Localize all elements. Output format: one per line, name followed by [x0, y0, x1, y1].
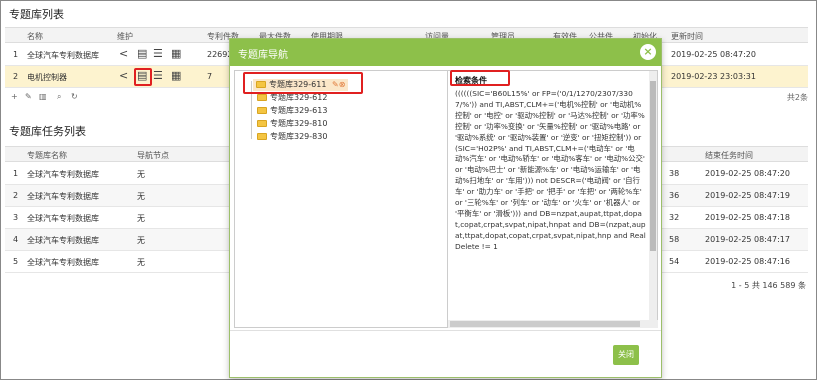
row-patents: 7	[207, 72, 213, 81]
row-nav: 无	[137, 170, 145, 179]
row-updated: 2019-02-23 23:03:31	[671, 72, 756, 81]
row-end: 2019-02-25 08:47:19	[705, 191, 790, 200]
close-button[interactable]: 关闭	[613, 345, 639, 365]
app-window: 专题库列表 名称 维护 专利件数 最大件数 使用期限 访问量 管理员 有效件 公…	[0, 0, 817, 380]
row-name: 全球汽车专利数据库	[27, 236, 99, 245]
tree-node[interactable]: 专题库329-613	[257, 105, 327, 117]
tree-node[interactable]: 专题库329-830	[257, 131, 327, 143]
row-name: 全球汽车专利数据库	[27, 170, 99, 179]
row-index: 2	[13, 191, 19, 200]
folder-icon	[257, 107, 267, 114]
topic-library-list-title: 专题库列表	[9, 8, 64, 21]
row-end: 2019-02-25 08:47:20	[705, 169, 790, 178]
row-partial: 36	[669, 191, 680, 200]
scroll-thumb[interactable]	[450, 321, 640, 327]
nav-modal: 专题库导航 × 专题库329-611 ✎⊗ 专题库329-612 专题库329-…	[229, 38, 662, 378]
row-name: 全球汽车专利数据库	[27, 214, 99, 223]
highlight-tree-node-box	[243, 72, 363, 94]
tree-node-label: 专题库329-613	[270, 106, 328, 115]
search-condition-text: ((((((SIC='B60L15%' or FP=('0/1/1270/230…	[455, 89, 646, 251]
row-name[interactable]: 全球汽车专利数据库	[27, 50, 99, 61]
row-end: 2019-02-25 08:47:16	[705, 257, 790, 266]
row-nav: 无	[137, 258, 145, 267]
tree-node[interactable]: 专题库329-810	[257, 118, 327, 130]
tree-node-label: 专题库329-810	[270, 119, 328, 128]
folder-icon	[257, 94, 267, 101]
col-end-time: 结束任务时间	[705, 151, 753, 160]
modal-title: 专题库导航	[238, 50, 288, 61]
col-name: 名称	[27, 32, 43, 41]
share-icon[interactable]: <	[119, 47, 128, 60]
row-nav: 无	[137, 236, 145, 245]
row-nav: 无	[137, 192, 145, 201]
row-name: 全球汽车专利数据库	[27, 192, 99, 201]
row-end: 2019-02-25 08:47:17	[705, 235, 790, 244]
tree-node-label: 专题库329-612	[270, 93, 328, 102]
pagination-info: 1 - 5 共 146 589 条	[731, 281, 806, 290]
col-maintain: 维护	[117, 32, 133, 41]
row-index: 2	[13, 72, 19, 81]
tree-node-label: 专题库329-830	[270, 132, 328, 141]
row-index: 1	[13, 169, 19, 178]
row-end: 2019-02-25 08:47:18	[705, 213, 790, 222]
row-index: 5	[13, 257, 19, 266]
search-condition-panel: 检索条件 ((((((SIC='B60L15%' or FP=('0/1/127…	[448, 70, 658, 328]
row-partial: 54	[669, 257, 680, 266]
list-icon[interactable]: ☰	[153, 69, 163, 82]
grid-icon[interactable]: ▦	[171, 47, 181, 60]
delete-icon[interactable]: ▥	[39, 92, 47, 101]
grid-icon[interactable]: ▦	[171, 69, 181, 82]
vertical-scrollbar[interactable]	[649, 71, 657, 327]
col-nav-node: 导航节点	[137, 151, 169, 160]
modal-header: 专题库导航 ×	[230, 39, 661, 66]
row-name: 全球汽车专利数据库	[27, 258, 99, 267]
share-icon[interactable]: <	[119, 69, 128, 82]
highlight-detail-title-box	[450, 70, 510, 86]
edit-doc-icon[interactable]: ▤	[137, 47, 147, 60]
highlight-edit-icon-box	[134, 68, 152, 86]
total-count: 共2条	[786, 93, 808, 102]
horizontal-scrollbar[interactable]	[448, 320, 658, 328]
row-partial: 38	[669, 169, 680, 178]
row-name[interactable]: 电机控制器	[27, 72, 67, 83]
col-updated: 更新时间	[671, 32, 703, 41]
row-partial: 58	[669, 235, 680, 244]
modal-footer: 关闭	[230, 330, 661, 378]
refresh-icon[interactable]: ↻	[71, 92, 78, 101]
add-icon[interactable]: +	[11, 92, 18, 101]
row-nav: 无	[137, 214, 145, 223]
row-index: 1	[13, 50, 19, 59]
folder-icon	[257, 120, 267, 127]
row-index: 4	[13, 235, 19, 244]
edit-icon[interactable]: ✎	[25, 92, 32, 101]
search-icon[interactable]: ⌕	[57, 92, 61, 102]
list-icon[interactable]: ☰	[153, 47, 163, 60]
close-icon[interactable]: ×	[640, 44, 656, 60]
scroll-thumb[interactable]	[650, 81, 656, 251]
nav-tree: 专题库329-611 ✎⊗ 专题库329-612 专题库329-613 专题库3…	[234, 70, 448, 328]
row-index: 3	[13, 213, 19, 222]
row-updated: 2019-02-25 08:47:20	[671, 50, 756, 59]
row-partial: 32	[669, 213, 680, 222]
col-library-name: 专题库名称	[27, 151, 67, 160]
folder-icon	[257, 133, 267, 140]
task-list-title: 专题库任务列表	[9, 125, 86, 138]
